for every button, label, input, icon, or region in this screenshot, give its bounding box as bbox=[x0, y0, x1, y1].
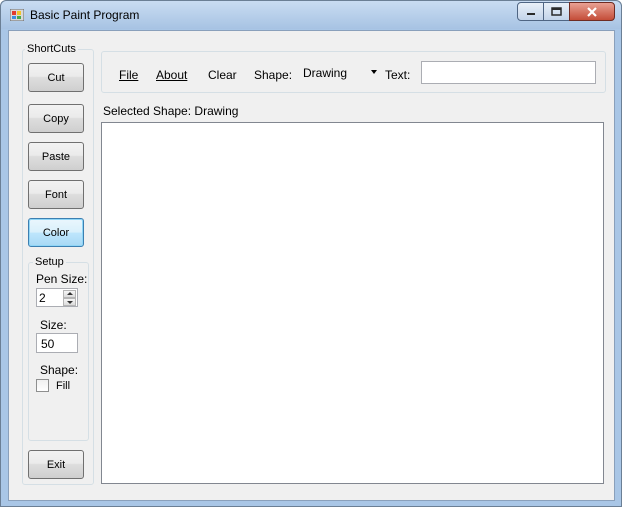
font-button[interactable]: Font bbox=[28, 180, 84, 209]
client-area: ShortCuts Cut Copy Paste Font Color Setu… bbox=[8, 30, 615, 501]
fill-checkbox[interactable] bbox=[36, 379, 49, 392]
close-button[interactable] bbox=[569, 2, 615, 21]
color-button[interactable]: Color bbox=[28, 218, 84, 247]
stepper-up-button[interactable] bbox=[63, 290, 76, 298]
size-value[interactable]: 50 bbox=[41, 337, 54, 351]
size-label: Size: bbox=[40, 318, 67, 332]
selected-shape-status: Selected Shape: Drawing bbox=[103, 104, 239, 118]
shape-setup-label: Shape: bbox=[40, 363, 79, 377]
menu-about-label[interactable]: About bbox=[156, 68, 187, 82]
maximize-icon bbox=[551, 7, 562, 16]
pen-size-value[interactable]: 2 bbox=[39, 291, 46, 305]
shortcuts-group-title: ShortCuts bbox=[25, 43, 78, 56]
exit-button[interactable]: Exit bbox=[28, 450, 84, 479]
pen-size-label: Pen Size: bbox=[36, 272, 88, 286]
shape-dropdown[interactable]: Drawing bbox=[301, 63, 381, 83]
fill-label[interactable]: Fill bbox=[56, 379, 70, 393]
menu-about[interactable]: About bbox=[156, 68, 187, 82]
caption-buttons bbox=[517, 2, 615, 21]
text-label: Text: bbox=[385, 68, 411, 82]
menu-file[interactable]: File bbox=[119, 68, 138, 82]
shape-selected-value[interactable]: Drawing bbox=[303, 66, 347, 80]
menu-toolbar: File About Clear Shape: Drawing Text: bbox=[101, 51, 606, 93]
stepper-down-button[interactable] bbox=[63, 298, 76, 306]
menu-file-label[interactable]: File bbox=[119, 68, 138, 82]
copy-button[interactable]: Copy bbox=[28, 104, 84, 133]
setup-group-title: Setup bbox=[33, 256, 66, 269]
text-input[interactable] bbox=[421, 61, 596, 84]
paste-button[interactable]: Paste bbox=[28, 142, 84, 171]
close-icon bbox=[587, 6, 597, 17]
menu-clear[interactable]: Clear bbox=[208, 68, 237, 82]
title-bar[interactable]: Basic Paint Program bbox=[1, 1, 621, 29]
chevron-down-icon[interactable] bbox=[371, 70, 377, 74]
drawing-canvas[interactable] bbox=[101, 122, 604, 484]
size-field[interactable]: 50 bbox=[36, 333, 78, 353]
maximize-button[interactable] bbox=[543, 2, 570, 21]
window-title: Basic Paint Program bbox=[30, 8, 140, 22]
app-icon bbox=[10, 9, 24, 21]
pen-size-stepper[interactable]: 2 bbox=[36, 288, 78, 307]
minimize-button[interactable] bbox=[517, 2, 544, 21]
minimize-icon bbox=[526, 12, 535, 15]
shape-label: Shape: bbox=[254, 68, 293, 82]
cut-button[interactable]: Cut bbox=[28, 63, 84, 92]
app-window: Basic Paint Program ShortCuts Cut Copy P… bbox=[0, 0, 622, 507]
